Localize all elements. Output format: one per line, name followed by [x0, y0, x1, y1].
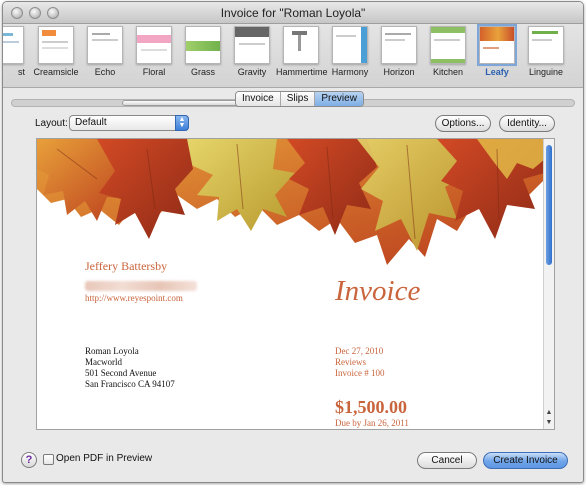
theme-label: Floral — [142, 67, 166, 77]
preview-scrollbar[interactable]: ▲ ▼ — [543, 139, 554, 429]
theme-item-selected[interactable]: Leafy — [472, 24, 522, 77]
invoice-heading: Invoice — [335, 275, 421, 307]
open-pdf-checkbox[interactable] — [43, 454, 54, 465]
theme-item[interactable]: Echo — [80, 26, 130, 77]
tab-slips[interactable]: Slips — [280, 92, 316, 106]
options-button[interactable]: Options... — [435, 115, 491, 132]
theme-label: Gravity — [237, 67, 267, 77]
invoice-preview: Jeffery Battersby http://www.reyespoint.… — [36, 138, 555, 430]
theme-label: Linguine — [528, 67, 564, 77]
theme-label: Grass — [190, 67, 215, 77]
theme-thumbnail — [430, 26, 466, 64]
identity-button[interactable]: Identity... — [499, 115, 555, 132]
cancel-button[interactable]: Cancel — [417, 452, 477, 469]
sender-name: Jeffery Battersby — [85, 259, 168, 273]
invoice-number: Invoice # 100 — [335, 368, 385, 378]
theme-thumbnail — [185, 26, 221, 64]
theme-label: Creamsicle — [33, 67, 79, 77]
help-button[interactable]: ? — [21, 452, 37, 468]
theme-thumbnail — [332, 26, 368, 64]
invoice-amount: $1,500.00 — [335, 397, 407, 417]
theme-item[interactable]: Harmony — [325, 26, 375, 77]
preview-scrollbar-thumb[interactable] — [546, 145, 552, 265]
theme-item[interactable]: Grass — [178, 26, 228, 77]
theme-label: Leafy — [485, 67, 509, 77]
layout-popup[interactable]: Default ▲ ▼ — [69, 115, 189, 131]
layout-label: Layout: — [35, 118, 68, 129]
scroll-down-icon[interactable]: ▼ — [544, 419, 554, 426]
scroll-up-icon[interactable]: ▲ — [544, 409, 554, 416]
theme-picker: st Creamsicle Echo Floral Grass Gravity … — [3, 24, 583, 107]
theme-thumbnail — [87, 26, 123, 64]
recipient-line: Roman Loyola — [85, 346, 139, 356]
up-down-arrows-icon: ▲ ▼ — [175, 115, 189, 131]
invoice-due-date: Due by Jan 26, 2011 — [335, 418, 409, 428]
theme-label: Harmony — [331, 67, 369, 77]
invoice-category: Reviews — [335, 357, 366, 367]
theme-item[interactable]: st — [3, 26, 31, 77]
create-invoice-button[interactable]: Create Invoice — [483, 452, 568, 469]
recipient-line: 501 Second Avenue — [85, 368, 157, 378]
tab-invoice[interactable]: Invoice — [236, 92, 281, 106]
theme-item[interactable]: Horizon — [374, 26, 424, 77]
theme-thumbnail — [136, 26, 172, 64]
invoice-meta: Dec 27, 2010 Reviews Invoice # 100 — [335, 346, 385, 379]
redacted-contact — [85, 281, 197, 291]
recipient-address: Roman Loyola Macworld 501 Second Avenue … — [85, 346, 175, 390]
tab-preview[interactable]: Preview — [315, 92, 363, 106]
theme-thumbnail — [234, 26, 270, 64]
theme-item[interactable]: Creamsicle — [31, 26, 81, 77]
theme-thumbnail — [477, 24, 517, 66]
theme-thumbnail — [381, 26, 417, 64]
invoice-date: Dec 27, 2010 — [335, 346, 384, 356]
theme-thumbnail — [38, 26, 74, 64]
recipient-line: San Francisco CA 94107 — [85, 379, 175, 389]
theme-thumbnail — [283, 26, 319, 64]
theme-item[interactable]: Gravity — [227, 26, 277, 77]
invoice-dialog: Invoice for "Roman Loyola" st Creamsicle… — [2, 1, 584, 483]
theme-item[interactable]: Kitchen — [423, 26, 473, 77]
theme-item[interactable]: Floral — [129, 26, 179, 77]
leaves-banner-image — [37, 139, 545, 265]
sender-url: http://www.reyespoint.com — [85, 293, 183, 303]
theme-item[interactable]: Linguine — [521, 26, 571, 77]
open-pdf-label: Open PDF in Preview — [56, 453, 153, 464]
theme-label: st — [17, 67, 25, 77]
theme-thumbnail — [3, 26, 24, 64]
layout-value: Default — [75, 117, 107, 128]
theme-label: Kitchen — [432, 67, 464, 77]
theme-item[interactable]: Hammertime — [276, 26, 328, 77]
view-tabs: Invoice Slips Preview — [235, 91, 364, 107]
theme-label: Echo — [94, 67, 116, 77]
theme-label: Hammertime — [276, 67, 328, 77]
theme-thumbnail — [528, 26, 564, 64]
recipient-line: Macworld — [85, 357, 122, 367]
title-bar: Invoice for "Roman Loyola" — [3, 2, 583, 24]
theme-label: Horizon — [383, 67, 415, 77]
window-title: Invoice for "Roman Loyola" — [220, 6, 366, 20]
